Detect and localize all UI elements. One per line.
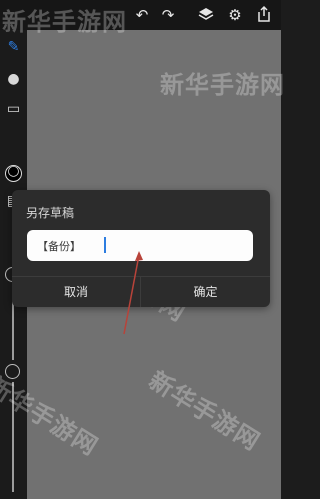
annotation-arrow — [123, 251, 143, 335]
